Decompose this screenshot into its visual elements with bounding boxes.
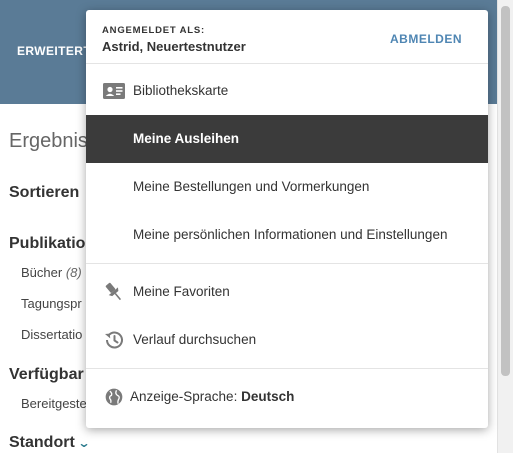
facet-item-label: Bücher: [21, 265, 63, 280]
menu-item-history[interactable]: Verlauf durchsuchen: [86, 316, 488, 364]
signed-in-label: ANGEMELDET ALS:: [102, 25, 205, 36]
pin-icon: [105, 282, 122, 301]
menu-item-label: Bibliothekskarte: [133, 83, 229, 98]
history-icon: [105, 331, 123, 349]
menu-item-orders-reservations[interactable]: Meine Bestellungen und Vormerkungen: [86, 163, 488, 211]
globe-icon: [105, 388, 123, 406]
availability-heading[interactable]: Verfügbar: [9, 366, 84, 384]
facet-item-label: Tagungspr: [21, 296, 82, 311]
facet-item-available[interactable]: Bereitgeste: [21, 396, 87, 411]
menu-item-personal-settings[interactable]: Meine persönlichen Informationen und Ein…: [86, 211, 488, 259]
facet-item-count: (8): [65, 265, 82, 280]
page-scrollbar[interactable]: [497, 0, 513, 453]
menu-item-label: Verlauf durchsuchen: [133, 332, 257, 347]
chevron-down-icon: ⌄: [77, 436, 91, 450]
location-heading[interactable]: Standort ⌄: [9, 434, 91, 452]
menu-item-my-loans[interactable]: Meine Ausleihen: [86, 115, 488, 163]
account-dropdown-menu: ANGEMELDET ALS: Astrid, Neuertestnutzer …: [86, 10, 488, 428]
menu-divider: [86, 263, 488, 264]
publication-type-heading[interactable]: Publikatio: [9, 235, 85, 253]
facet-item-label: Bereitgeste: [21, 396, 87, 411]
location-heading-label: Standort: [9, 434, 75, 451]
menu-item-library-card[interactable]: Bibliothekskarte: [86, 67, 488, 115]
menu-item-favorites[interactable]: Meine Favoriten: [86, 268, 488, 316]
user-name: Astrid, Neuertestnutzer: [102, 39, 246, 54]
scrollbar-thumb[interactable]: [501, 6, 510, 376]
advanced-search-link[interactable]: ERWEITERT: [17, 44, 91, 58]
facet-item-books[interactable]: Bücher (8): [21, 265, 82, 280]
facet-item-dissertation[interactable]: Dissertatio: [21, 327, 82, 342]
menu-divider: [86, 368, 488, 369]
menu-item-label: Meine Bestellungen und Vormerkungen: [133, 179, 370, 194]
menu-item-label: Meine persönlichen Informationen und Ein…: [133, 227, 448, 242]
logout-button[interactable]: ABMELDEN: [390, 32, 462, 46]
sort-heading[interactable]: Sortieren: [9, 184, 79, 202]
library-card-icon: [103, 83, 125, 99]
results-heading: Ergebnis: [9, 130, 88, 152]
menu-item-label: Meine Favoriten: [133, 284, 230, 299]
facet-item-conference[interactable]: Tagungspr: [21, 296, 82, 311]
account-header: ANGEMELDET ALS: Astrid, Neuertestnutzer …: [86, 10, 488, 64]
language-label: Anzeige-Sprache: Deutsch: [130, 372, 294, 422]
language-value: Deutsch: [241, 389, 295, 404]
language-prefix: Anzeige-Sprache:: [130, 389, 242, 404]
facet-item-label: Dissertatio: [21, 327, 83, 342]
menu-item-label: Meine Ausleihen: [133, 131, 240, 146]
language-switcher[interactable]: Anzeige-Sprache: Deutsch: [86, 372, 488, 422]
